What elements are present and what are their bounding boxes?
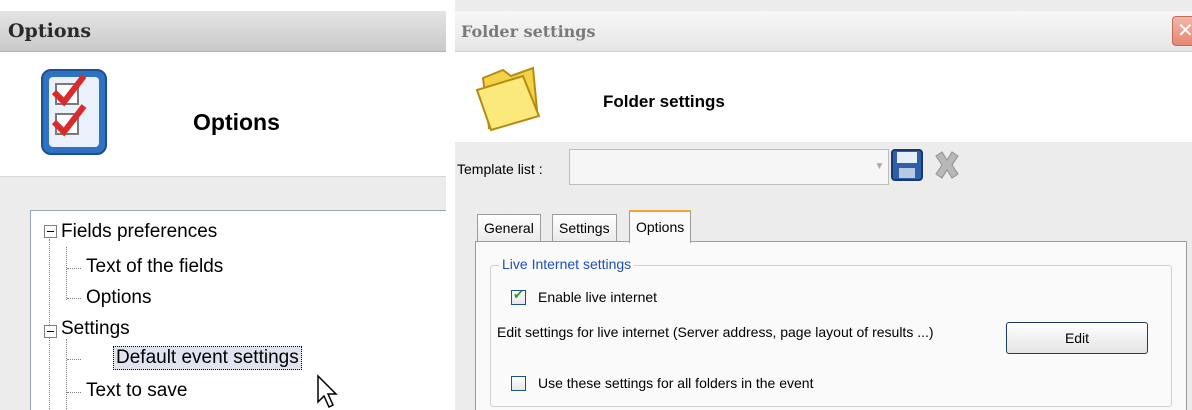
folder-settings-heading: Folder settings: [603, 92, 725, 111]
tree-item-options[interactable]: Options: [86, 287, 151, 309]
tree-item-fields-preferences[interactable]: Fields preferences: [61, 221, 217, 243]
group-title: Live Internet settings: [499, 256, 635, 272]
edit-settings-description: Edit settings for live internet (Server …: [497, 324, 934, 340]
tab-label: General: [484, 220, 534, 236]
options-tree[interactable]: Fields preferences Text of the fields Op…: [30, 210, 446, 410]
tab-label: Options: [636, 219, 685, 235]
tab-settings[interactable]: Settings: [552, 214, 617, 241]
chevron-down-icon[interactable]: ▼: [871, 150, 888, 184]
tree-item-text-of-the-fields[interactable]: Text of the fields: [86, 256, 223, 278]
template-list-select[interactable]: ▼: [569, 149, 889, 185]
options-window-title: Options: [8, 20, 92, 42]
edit-button[interactable]: Edit: [1006, 322, 1148, 354]
folder-settings-window-title: Folder settings: [461, 22, 596, 41]
folder-settings-window: Folder settings ✕ Folder settings Templa…: [455, 0, 1192, 410]
tree-item-label: Text to save: [86, 380, 188, 401]
enable-live-internet-label[interactable]: Enable live internet: [538, 289, 657, 305]
tree-item-label: Text of the fields: [86, 256, 224, 277]
options-window: Options Options Fields preferences Text …: [0, 0, 446, 410]
tree-item-label: Fields preferences: [61, 221, 218, 242]
tree-item-settings[interactable]: Settings: [61, 318, 130, 340]
tab-label: Settings: [559, 220, 610, 236]
tree-expander-fields-preferences[interactable]: [44, 225, 57, 238]
tab-options[interactable]: Options: [629, 210, 692, 243]
tree-expander-settings[interactable]: [44, 325, 57, 338]
close-button[interactable]: ✕: [1172, 16, 1192, 46]
tree-item-label: Options: [86, 287, 152, 308]
enable-live-internet-checkbox[interactable]: [511, 288, 526, 305]
tree-item-default-event-settings[interactable]: Default event settings: [113, 346, 302, 370]
tab-general[interactable]: General: [477, 214, 541, 241]
options-title-bar: Options: [0, 11, 446, 52]
tree-item-label: Default event settings: [116, 347, 299, 368]
delete-icon[interactable]: [930, 148, 964, 182]
folder-icon: [475, 66, 541, 132]
checklist-icon: [41, 69, 107, 155]
folder-settings-header: [455, 52, 1192, 142]
folder-settings-title-bar: Folder settings: [455, 11, 1192, 52]
use-for-all-folders-checkbox[interactable]: [511, 376, 526, 391]
mouse-cursor-icon: [317, 374, 338, 409]
tree-item-text-to-save[interactable]: Text to save: [86, 380, 187, 402]
options-heading: Options: [193, 109, 280, 135]
close-icon: ✕: [1177, 20, 1192, 42]
use-for-all-folders-label[interactable]: Use these settings for all folders in th…: [538, 375, 813, 391]
template-list-label: Template list :: [457, 161, 543, 177]
tree-item-label: Settings: [61, 318, 130, 339]
save-icon[interactable]: [890, 148, 924, 182]
